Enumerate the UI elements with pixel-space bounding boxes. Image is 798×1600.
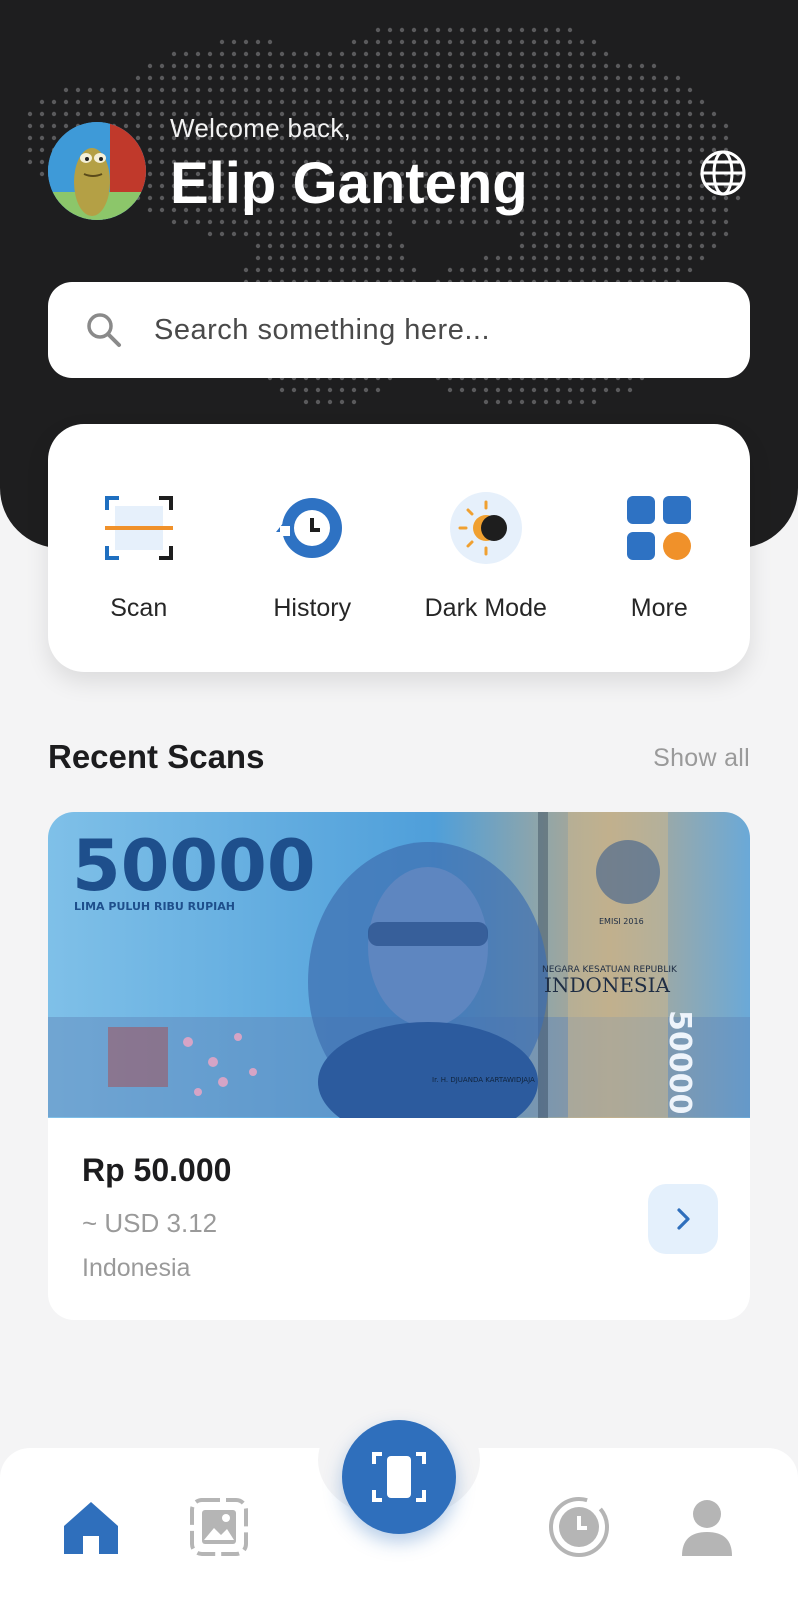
scan-country: Indonesia	[82, 1254, 191, 1282]
recent-scan-card[interactable]: 50000 LIMA PULUH RIBU RUPIAH EMISI 2016 …	[48, 812, 750, 1320]
banknote-denomination: 50000	[72, 825, 316, 907]
scan-icon	[104, 496, 173, 560]
scan-fab-button[interactable]	[342, 1420, 456, 1534]
banknote-country: INDONESIA	[544, 973, 671, 997]
banknote-image: 50000 LIMA PULUH RIBU RUPIAH EMISI 2016 …	[48, 812, 750, 1118]
show-all-link[interactable]: Show all	[653, 744, 750, 773]
scan-amount: Rp 50.000	[82, 1152, 232, 1188]
open-scan-button[interactable]	[648, 1184, 718, 1254]
gallery-icon[interactable]	[186, 1494, 252, 1560]
welcome-text: Welcome back,	[170, 113, 352, 143]
banknote-vertical-denomination: 50000	[662, 1010, 697, 1114]
banknote-portrait-caption: Ir. H. DJUANDA KARTAWIDJAJA	[432, 1076, 535, 1084]
banknote-series: EMISI 2016	[599, 917, 644, 926]
quick-actions-card: Scan History Dark Mode More	[48, 424, 750, 672]
home-icon[interactable]	[58, 1494, 124, 1560]
timer-icon[interactable]	[546, 1494, 612, 1560]
recent-scans-title: Recent Scans	[48, 738, 265, 775]
more-label: More	[630, 594, 688, 622]
profile-icon[interactable]	[674, 1494, 740, 1560]
avatar[interactable]	[48, 122, 146, 220]
scan-converted: ~ USD 3.12	[82, 1208, 218, 1238]
dark-mode-icon	[449, 492, 522, 564]
history-label: History	[273, 594, 352, 622]
search-bar[interactable]	[48, 282, 750, 378]
dark-mode-label: Dark Mode	[424, 594, 547, 622]
avatar-image	[48, 122, 146, 220]
globe-icon[interactable]	[698, 148, 748, 198]
banknote-words: LIMA PULUH RIBU RUPIAH	[74, 900, 235, 913]
more-action[interactable]: More	[576, 424, 742, 672]
scan-fab-icon	[372, 1452, 426, 1502]
chevron-right-icon	[677, 1208, 690, 1230]
history-icon	[276, 498, 343, 558]
history-action[interactable]: History	[229, 424, 395, 672]
scan-label: Scan	[110, 594, 168, 622]
grid-icon	[627, 496, 692, 560]
scan-action[interactable]: Scan	[56, 424, 222, 672]
user-name: Elip Ganteng	[170, 151, 528, 216]
search-input[interactable]	[152, 312, 716, 348]
search-icon	[87, 313, 121, 347]
dark-mode-action[interactable]: Dark Mode	[403, 424, 569, 672]
